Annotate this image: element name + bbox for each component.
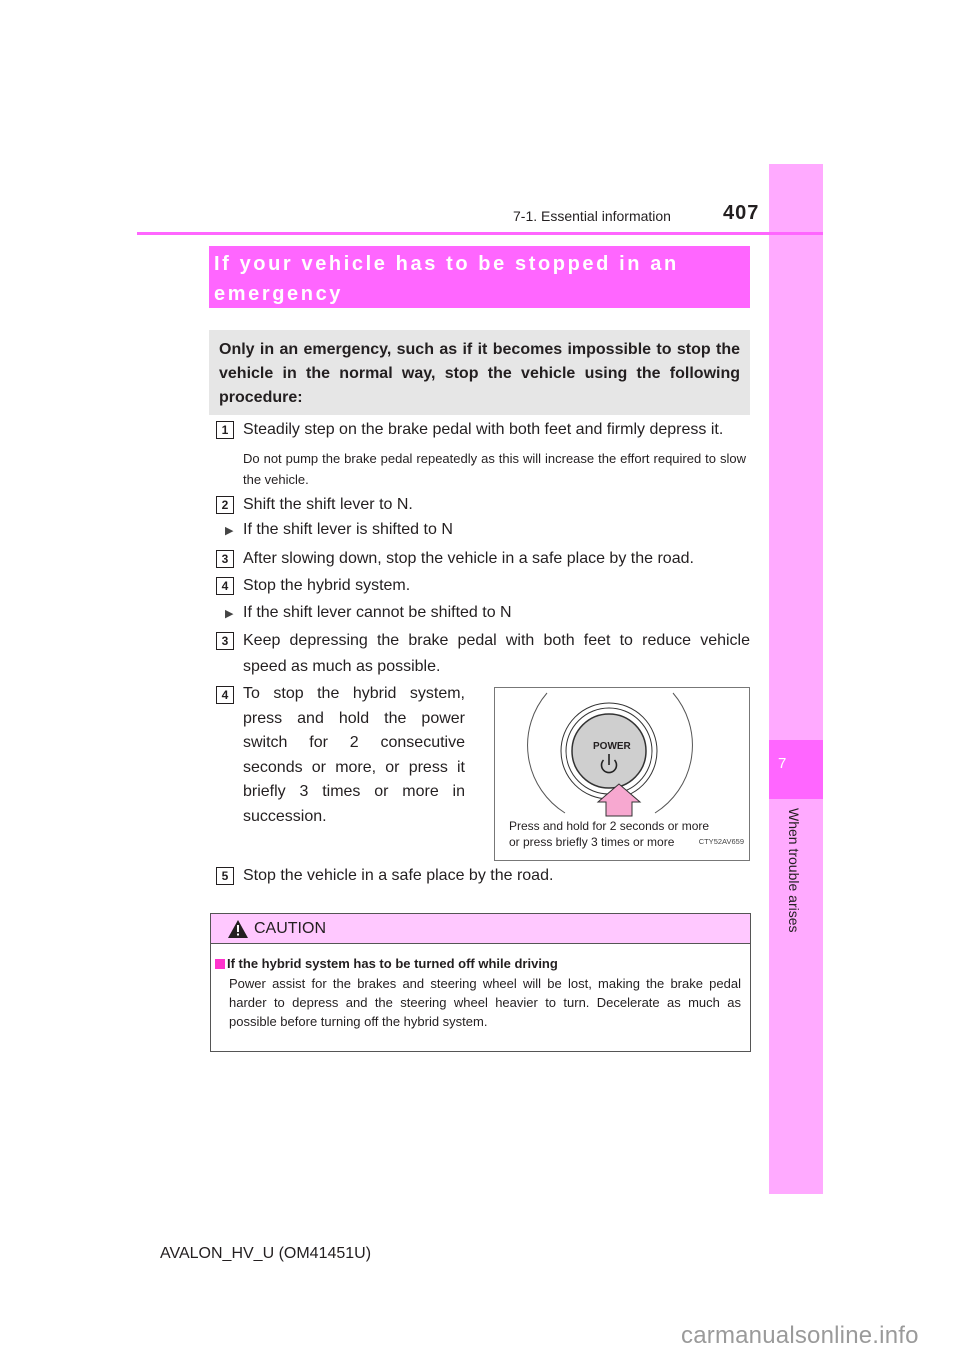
caution-header: CAUTION	[211, 914, 750, 944]
caution-box: CAUTION If the hybrid system has to be t…	[210, 913, 751, 1052]
step-5-text: Stop the vehicle in a safe place by the …	[243, 867, 554, 884]
page-number: 407	[723, 202, 760, 224]
step-number-1: 1	[216, 421, 234, 439]
triangle-bullet-icon: ▶	[225, 525, 234, 537]
power-button-label: POWER	[593, 741, 631, 752]
triangle-bullet-icon: ▶	[225, 608, 234, 620]
step-3a-text: After slowing down, stop the vehicle in …	[243, 550, 694, 567]
section-title: If your vehicle has to be stopped in an …	[209, 246, 750, 308]
step-number-3: 3	[216, 632, 234, 650]
warning-triangle-icon	[228, 920, 248, 938]
step-3b-text: Keep depressing the brake pedal with bot…	[243, 632, 750, 675]
watermark: carmanualsonline.info	[681, 1322, 919, 1349]
outer-arc-right	[654, 692, 693, 814]
figure-caption: Press and hold for 2 seconds or more or …	[509, 818, 709, 850]
chapter-side-tab	[769, 164, 823, 1194]
step-2-text: Shift the shift lever to N.	[243, 496, 413, 513]
chapter-number: 7	[769, 740, 823, 799]
caution-label: CAUTION	[254, 920, 326, 937]
section-title-text: If your vehicle has to be stopped in an …	[214, 253, 679, 305]
step-4b-text: To stop the hybrid system, press and hol…	[243, 685, 465, 825]
case-shifted-heading: If the shift lever is shifted to N	[243, 521, 453, 538]
step-number-4: 4	[216, 577, 234, 595]
step-number-5: 5	[216, 867, 234, 885]
step-number-4: 4	[216, 686, 234, 704]
case-not-shifted-heading: If the shift lever cannot be shifted to …	[243, 604, 512, 621]
figure-caption-line-1: Press and hold for 2 seconds or more	[509, 819, 710, 833]
power-switch-illustration: POWER Press and hold for 2 seconds or mo…	[494, 687, 750, 861]
step-4a-text: Stop the hybrid system.	[243, 577, 411, 594]
step-1-text: Steadily step on the brake pedal with bo…	[243, 421, 724, 438]
step-number-3: 3	[216, 550, 234, 568]
figure-caption-line-2: or press briefly 3 times or more	[509, 835, 675, 849]
intro-box: Only in an emergency, such as if it beco…	[209, 330, 750, 415]
step-number-2: 2	[216, 496, 234, 514]
caution-heading: If the hybrid system has to be turned of…	[215, 956, 558, 971]
step-1-note: Do not pump the brake pedal repeatedly a…	[243, 451, 746, 487]
outer-arc-left	[527, 692, 566, 814]
chapter-title: When trouble arises	[786, 808, 802, 933]
intro-text: Only in an emergency, such as if it beco…	[219, 341, 740, 406]
manual-code-footer: AVALON_HV_U (OM41451U)	[160, 1245, 372, 1262]
square-bullet-icon	[215, 959, 225, 969]
section-reference: 7-1. Essential information	[513, 208, 671, 224]
figure-code: CTY52AV659	[698, 837, 744, 846]
caution-body: Power assist for the brakes and steering…	[229, 976, 741, 1029]
caution-heading-text: If the hybrid system has to be turned of…	[227, 956, 558, 971]
header-rule	[137, 232, 823, 235]
